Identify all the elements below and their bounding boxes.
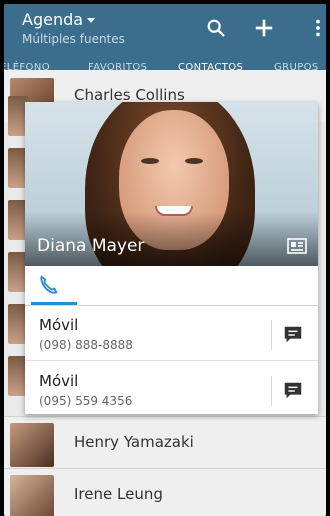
search-icon xyxy=(207,19,225,37)
search-button[interactable] xyxy=(202,14,230,42)
plus-icon xyxy=(255,19,273,37)
contact-card-icon xyxy=(287,238,307,254)
call-tab[interactable] xyxy=(37,274,59,300)
app-header: Agenda Múltiples fuentes xyxy=(4,4,326,58)
more-vert-icon xyxy=(316,19,320,37)
send-message-button[interactable] xyxy=(282,324,306,346)
dialog-contact-name: Diana Mayer xyxy=(37,236,145,256)
call-tab-row xyxy=(25,266,318,306)
add-contact-button[interactable] xyxy=(250,14,278,42)
view-contact-card-button[interactable] xyxy=(287,238,307,254)
screen: Agenda Múltiples fuentes ELÉFONO FAVORIT… xyxy=(4,4,326,516)
contact-name-label: Irene Leung xyxy=(74,485,163,503)
avatar xyxy=(10,475,54,516)
app-title: Agenda xyxy=(22,10,84,29)
caret-down-icon xyxy=(87,18,96,23)
avatar xyxy=(10,423,54,467)
phone-number-row[interactable]: Móvil (098) 888-8888 xyxy=(25,308,318,362)
phone-icon xyxy=(40,275,58,294)
more-options-button[interactable] xyxy=(304,14,326,42)
app-subtitle: Múltiples fuentes xyxy=(22,32,125,46)
message-icon xyxy=(284,382,302,399)
phone-number-row[interactable]: Móvil (095) 559 4356 xyxy=(25,364,318,418)
list-item[interactable]: Irene Leung xyxy=(4,468,326,516)
send-message-button[interactable] xyxy=(282,380,306,402)
message-icon xyxy=(284,326,302,343)
contact-name-label: Henry Yamazaki xyxy=(74,433,194,451)
phone-type-label: Móvil xyxy=(39,372,79,390)
app-title-dropdown[interactable]: Agenda xyxy=(22,10,96,29)
phone-type-label: Móvil xyxy=(39,316,79,334)
phone-number-value: (095) 559 4356 xyxy=(39,394,133,408)
list-item[interactable]: Henry Yamazaki xyxy=(4,416,326,468)
contact-quick-dialog: Diana Mayer Móvil (098) 888-8888 Móvil (… xyxy=(25,102,318,414)
phone-number-value: (098) 888-8888 xyxy=(39,338,133,352)
